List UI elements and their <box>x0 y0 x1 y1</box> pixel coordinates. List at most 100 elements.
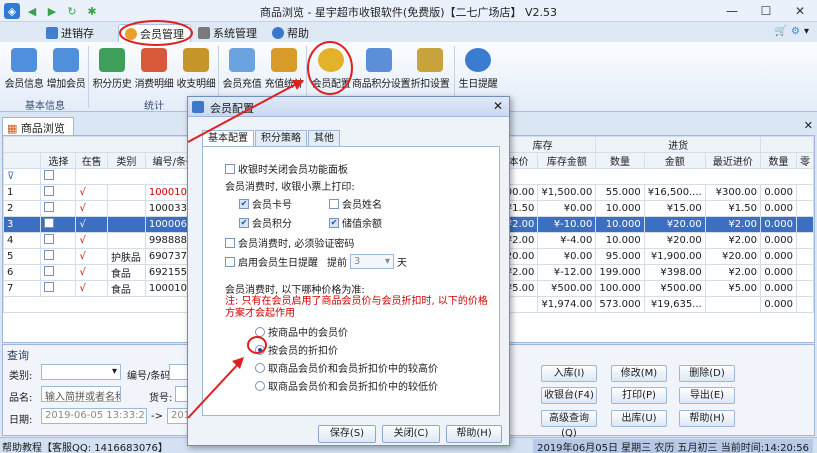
tab-points-strategy[interactable]: 积分策略 <box>255 130 307 146</box>
name-input[interactable]: 输入简拼或者名称 <box>41 386 121 402</box>
member-info-button[interactable]: 会员信息 <box>2 46 46 92</box>
price-option-discount[interactable]: 按会员的折扣价 <box>255 342 338 357</box>
delete-button[interactable]: 删除(D) <box>679 365 735 382</box>
category-cell: 护肤品 <box>106 248 146 265</box>
lower-price-radio[interactable] <box>255 380 265 391</box>
doc-tab-product-browse[interactable]: ▦ 商品浏览 <box>2 117 74 135</box>
verify-password-checkbox[interactable] <box>225 237 235 248</box>
row-number: 5 <box>2 248 42 265</box>
col-header[interactable]: 库存金额 <box>537 152 597 169</box>
print-button[interactable]: 打印(P) <box>611 387 667 404</box>
verify-password-option[interactable]: 会员消费时, 必须验证密码 <box>225 235 354 250</box>
close-button[interactable]: ✕ <box>783 0 817 22</box>
dropdown-icon[interactable]: ▾ <box>804 26 809 37</box>
tab-help[interactable]: 帮助 <box>266 24 315 42</box>
col-header[interactable]: 最近进价 <box>704 152 762 169</box>
print-member-name-option[interactable]: 会员姓名 <box>329 196 382 211</box>
select-checkbox[interactable] <box>44 250 55 260</box>
price-option-member-price[interactable]: 按商品中的会员价 <box>255 324 348 339</box>
member-price-radio[interactable] <box>255 326 265 337</box>
tab-member-management[interactable]: 会员管理 <box>118 24 191 42</box>
member-icon <box>125 27 137 40</box>
status-help[interactable]: 帮助教程【客服QQ: 1416683076】 <box>2 439 168 453</box>
points-history-button[interactable]: 积分历史 <box>90 46 134 92</box>
help-button[interactable]: 帮助(H) <box>679 410 735 427</box>
row-checkbox[interactable] <box>40 248 77 265</box>
dialog-close-icon[interactable]: ✕ <box>493 99 503 113</box>
col-header[interactable]: 数量 <box>760 152 797 169</box>
advance-days-spinner[interactable]: 3 ▾ <box>350 254 394 269</box>
consume-detail-button[interactable]: 消费明细 <box>132 46 176 92</box>
select-checkbox[interactable] <box>44 202 55 212</box>
product-points-setting-button[interactable]: 商品积分设置 <box>352 46 411 92</box>
row-checkbox[interactable] <box>40 216 77 233</box>
income-detail-button[interactable]: 收支明细 <box>174 46 218 92</box>
print-balance-option[interactable]: ✔ 储值余额 <box>329 215 382 230</box>
col-header[interactable]: 零 <box>795 152 815 169</box>
filter-icon[interactable]: ⊽ <box>2 168 42 185</box>
dialog-close-button[interactable]: 关闭(C) <box>382 425 440 443</box>
col-header[interactable]: 选择 <box>40 152 77 169</box>
balance-checkbox[interactable]: ✔ <box>329 217 339 228</box>
maximize-button[interactable]: ☐ <box>749 0 783 22</box>
export-button[interactable]: 导出(E) <box>679 387 735 404</box>
modify-button[interactable]: 修改(M) <box>611 365 667 382</box>
members-icon <box>11 48 37 72</box>
cashier-button[interactable]: 收银台(F4) <box>541 387 597 404</box>
select-checkbox[interactable] <box>44 234 55 244</box>
close-doc-icon[interactable]: ✕ <box>804 119 813 132</box>
row-checkbox[interactable] <box>40 200 77 217</box>
points-checkbox[interactable]: ✔ <box>239 217 249 228</box>
row-checkbox[interactable] <box>40 280 77 297</box>
on-sale-mark: √ <box>75 184 108 201</box>
stock-amount-cell: ¥0.00 <box>537 200 597 217</box>
col-header[interactable]: 数量 <box>595 152 645 169</box>
select-checkbox[interactable] <box>44 266 55 276</box>
discount-setting-button[interactable]: 折扣设置 <box>408 46 452 92</box>
shop-icon[interactable]: 🛒 <box>775 26 787 37</box>
close-panel-option[interactable]: 收银时关闭会员功能面板 <box>225 161 348 176</box>
member-recharge-button[interactable]: 会员充值 <box>220 46 264 92</box>
help-icon <box>272 27 284 39</box>
skin-icon[interactable]: ⚙ <box>791 26 800 37</box>
date-from-input[interactable]: 2019-06-05 13:33:27 <box>41 408 147 424</box>
save-button[interactable]: 保存(S) <box>318 425 376 443</box>
row-checkbox[interactable] <box>40 184 77 201</box>
category-select[interactable]: ▾ <box>41 364 121 380</box>
col-header[interactable]: 类别 <box>106 152 146 169</box>
add-member-button[interactable]: 增加会员 <box>44 46 88 92</box>
print-points-option[interactable]: ✔ 会员积分 <box>239 215 292 230</box>
minimize-button[interactable]: — <box>715 0 749 22</box>
stock-out-button[interactable]: 出库(U) <box>611 410 667 427</box>
tab-inventory[interactable]: 进销存 <box>40 24 100 42</box>
print-card-no-option[interactable]: ✔ 会员卡号 <box>239 196 292 211</box>
select-checkbox[interactable] <box>44 282 55 292</box>
recharge-stats-button[interactable]: 充值统计 <box>262 46 306 92</box>
birthday-reminder-button[interactable]: 生日提醒 <box>456 46 500 92</box>
stock-amount-cell: ¥-12.00 <box>537 264 597 281</box>
tab-basic-config[interactable]: 基本配置 <box>202 130 254 146</box>
card-no-checkbox[interactable]: ✔ <box>239 198 249 209</box>
col-header[interactable]: 在售 <box>75 152 108 169</box>
row-checkbox[interactable] <box>40 232 77 249</box>
member-name-checkbox[interactable] <box>329 198 339 209</box>
stock-in-button[interactable]: 入库(I) <box>541 365 597 382</box>
birthday-reminder-checkbox[interactable] <box>225 256 235 267</box>
col-header[interactable]: 金额 <box>643 152 706 169</box>
row-checkbox[interactable] <box>40 264 77 281</box>
select-checkbox[interactable] <box>44 186 55 196</box>
select-all-checkbox[interactable] <box>44 170 55 180</box>
advanced-query-button[interactable]: 高级查询(Q) <box>541 410 597 439</box>
tab-other[interactable]: 其他 <box>308 130 340 146</box>
discount-radio[interactable] <box>255 344 265 355</box>
price-option-lower[interactable]: 取商品会员价和会员折扣价中的较低价 <box>255 378 438 393</box>
price-option-higher[interactable]: 取商品会员价和会员折扣价中的较高价 <box>255 360 438 375</box>
select-checkbox[interactable] <box>44 218 55 228</box>
close-panel-checkbox[interactable] <box>225 163 235 174</box>
tab-system-management[interactable]: 系统管理 <box>192 24 263 42</box>
birthday-reminder-option[interactable]: 启用会员生日提醒 提前 3 ▾ 天 <box>225 254 407 269</box>
dialog-help-button[interactable]: 帮助(H) <box>446 425 502 443</box>
member-config-button[interactable]: 会员配置 <box>309 46 353 92</box>
higher-price-radio[interactable] <box>255 362 265 373</box>
stock-amount-cell: ¥500.00 <box>537 280 597 297</box>
